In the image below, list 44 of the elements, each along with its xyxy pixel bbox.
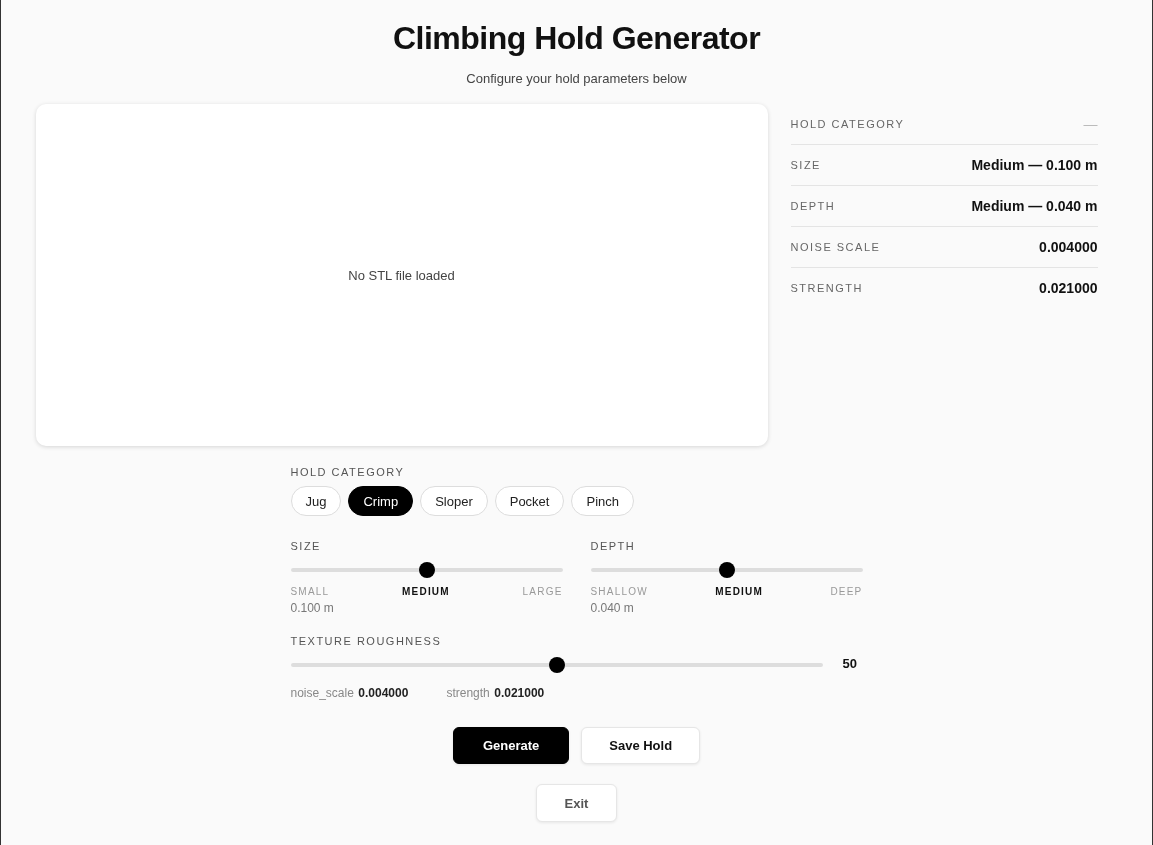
slider-track[interactable] (590, 562, 863, 578)
slider-label: SIZE (290, 540, 322, 552)
param-name: noise_scale (290, 686, 354, 700)
slider-thumb[interactable] (718, 562, 735, 578)
page-title: Climbing Hold Generator (392, 20, 761, 57)
slider-thumb[interactable] (548, 657, 565, 673)
slider-reading: 0.040 m (590, 601, 635, 615)
summary-value: — (1083, 116, 1098, 132)
category-chip[interactable]: Crimp (348, 486, 414, 516)
exit-button[interactable]: Exit (535, 784, 618, 822)
summary-value: 0.021000 (1039, 280, 1098, 296)
summary-value: Medium — 0.040 m (971, 198, 1098, 214)
slider-label: TEXTURE ROUGHNESS (290, 635, 443, 647)
generate-button[interactable]: Generate (452, 727, 570, 764)
summary-label: SIZE (790, 159, 821, 171)
summary-label: STRENGTH (790, 282, 863, 294)
slider-track[interactable] (290, 562, 563, 578)
tick-label: SHALLOW (590, 586, 648, 597)
summary-label: HOLD CATEGORY (790, 118, 905, 130)
summary-value: 0.004000 (1039, 239, 1098, 255)
tick-label: DEEP (830, 586, 863, 597)
summary-value: Medium — 0.100 m (971, 157, 1098, 173)
category-chip[interactable]: Jug (290, 486, 342, 516)
slider-track[interactable] (290, 657, 823, 673)
summary-label: DEPTH (790, 200, 836, 212)
param-value: 0.021000 (494, 686, 545, 700)
tick-label: MEDIUM (715, 586, 763, 597)
slider-reading: 0.100 m (290, 601, 335, 615)
tick-label: SMALL (290, 586, 330, 597)
param-value: 0.004000 (358, 686, 409, 700)
viewer-message: No STL file loaded (348, 267, 455, 283)
summary-label: NOISE SCALE (790, 241, 881, 253)
tick-label: MEDIUM (402, 586, 450, 597)
section-label: HOLD CATEGORY (290, 466, 406, 478)
page-subtitle: Configure your hold parameters below (466, 71, 687, 86)
slider-thumb[interactable] (418, 562, 435, 578)
category-chip[interactable]: Pinch (571, 486, 634, 516)
tick-label: LARGE (522, 586, 563, 597)
category-chip[interactable]: Pocket (494, 486, 565, 516)
slider-reading: 50 (842, 655, 858, 671)
category-chip[interactable]: Sloper (420, 486, 488, 516)
slider-label: DEPTH (590, 540, 637, 552)
save-button[interactable]: Save Hold (581, 727, 701, 764)
param-name: strength (446, 686, 490, 700)
